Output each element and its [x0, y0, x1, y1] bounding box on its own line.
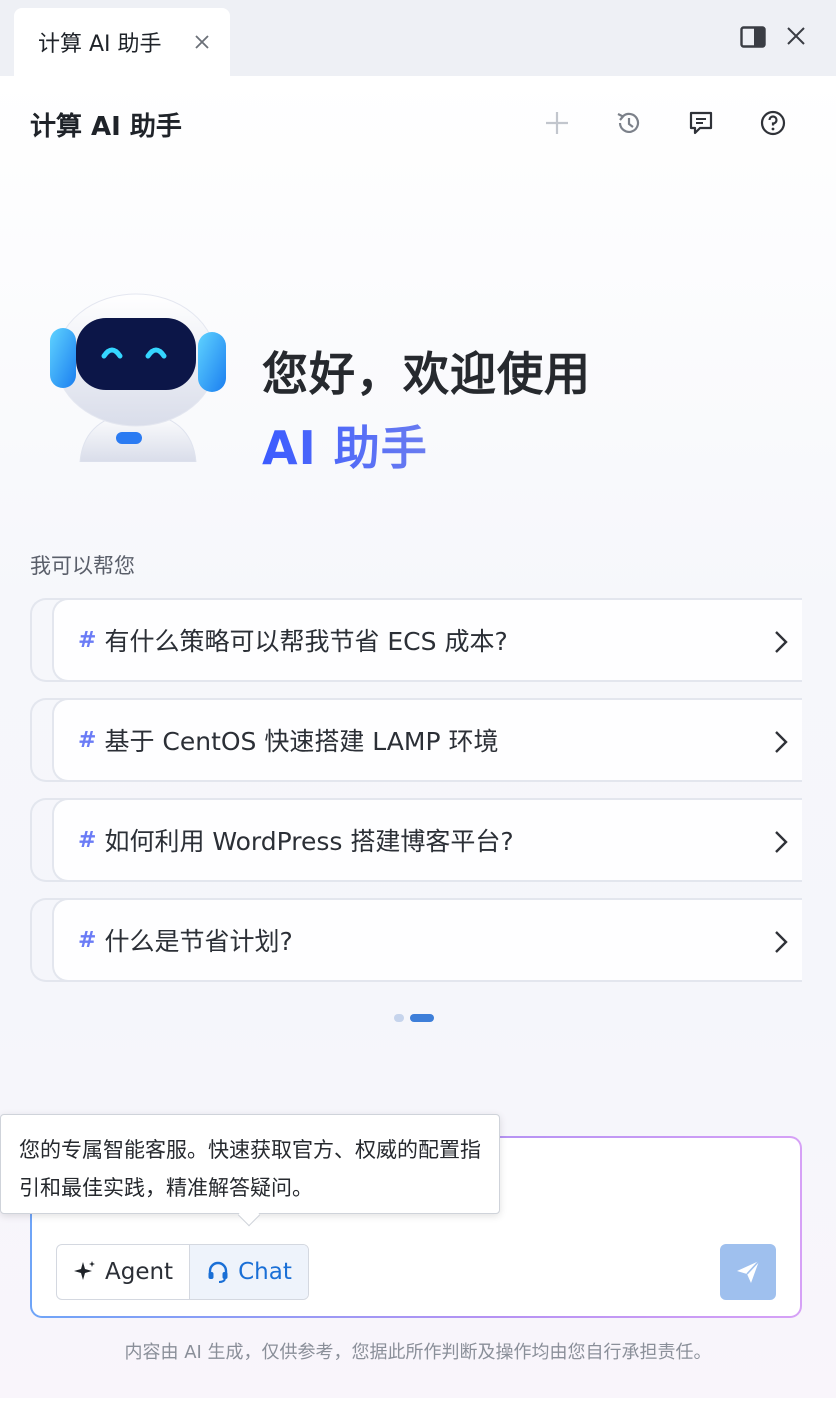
hash-icon: # — [78, 827, 97, 853]
page-title: 计算 AI 助手 — [30, 112, 182, 142]
assistant-window: 计算 AI 助手 计算 AI 助手 您好，欢迎使用 AI 助手 我可以帮您 # … — [0, 0, 836, 1398]
hash-icon: # — [78, 927, 97, 953]
welcome-product-name: AI 助手 — [262, 412, 428, 478]
chevron-right-icon — [775, 931, 788, 953]
suggestion-text: 什么是节省计划? — [104, 927, 293, 956]
suggestion-text: 有什么策略可以帮我节省 ECS 成本? — [104, 627, 508, 656]
agent-mode-button[interactable]: Agent — [57, 1245, 189, 1299]
pagination-dots — [394, 1014, 434, 1022]
send-button[interactable] — [720, 1244, 776, 1300]
suggestion-list: # 有什么策略可以帮我节省 ECS 成本? # 基于 CentOS 快速搭建 L… — [30, 598, 802, 998]
welcome-heading: 您好，欢迎使用 — [262, 347, 591, 401]
suggestion-text: 如何利用 WordPress 搭建博客平台? — [104, 827, 514, 856]
tab-ai-assistant[interactable]: 计算 AI 助手 — [14, 8, 230, 76]
sparkle-icon — [74, 1261, 95, 1280]
suggestion-card[interactable]: # 什么是节省计划? — [52, 898, 802, 982]
headset-icon — [208, 1261, 228, 1283]
list-item: # 如何利用 WordPress 搭建博客平台? — [30, 798, 802, 882]
send-icon — [737, 1260, 760, 1283]
tooltip-text: 您的专属智能客服。快速获取官方、权威的配置指引和最佳实践，精准解答疑问。 — [19, 1138, 481, 1200]
close-icon[interactable] — [190, 30, 214, 54]
assistant-body: 计算 AI 助手 您好，欢迎使用 AI 助手 我可以帮您 # 有什么策略可以帮我… — [0, 76, 836, 1398]
mode-switch: Agent Chat — [56, 1244, 309, 1300]
list-item: # 基于 CentOS 快速搭建 LAMP 环境 — [30, 698, 802, 782]
history-icon[interactable] — [614, 108, 644, 138]
agent-mode-label: Agent — [105, 1259, 174, 1285]
panel-toggle-icon[interactable] — [740, 26, 768, 50]
feedback-icon[interactable] — [686, 108, 716, 138]
suggestion-card[interactable]: # 基于 CentOS 快速搭建 LAMP 环境 — [52, 698, 802, 782]
pagination-dot-active[interactable] — [410, 1014, 434, 1022]
hash-icon: # — [78, 727, 97, 753]
list-item: # 什么是节省计划? — [30, 898, 802, 982]
tab-strip: 计算 AI 助手 — [0, 0, 836, 76]
ai-disclaimer: 内容由 AI 生成，仅供参考，您据此所作判断及操作均由您自行承担责任。 — [124, 1342, 712, 1363]
help-section-label: 我可以帮您 — [30, 554, 135, 578]
tab-title: 计算 AI 助手 — [38, 32, 162, 57]
chat-mode-button[interactable]: Chat — [189, 1245, 308, 1299]
chat-mode-label: Chat — [238, 1259, 292, 1285]
help-icon[interactable] — [758, 108, 788, 138]
mode-tooltip: 您的专属智能客服。快速获取官方、权威的配置指引和最佳实践，精准解答疑问。 — [0, 1114, 500, 1227]
chevron-right-icon — [775, 831, 788, 853]
robot-mascot-image — [40, 290, 236, 463]
suggestion-text: 基于 CentOS 快速搭建 LAMP 环境 — [104, 727, 499, 756]
hash-icon: # — [78, 627, 97, 653]
pagination-dot[interactable] — [394, 1014, 404, 1022]
chevron-right-icon — [775, 731, 788, 753]
suggestion-card[interactable]: # 有什么策略可以帮我节省 ECS 成本? — [52, 598, 802, 682]
list-item: # 有什么策略可以帮我节省 ECS 成本? — [30, 598, 802, 682]
plus-icon[interactable] — [542, 108, 572, 138]
close-icon[interactable] — [786, 26, 810, 50]
chevron-right-icon — [775, 631, 788, 653]
suggestion-card[interactable]: # 如何利用 WordPress 搭建博客平台? — [52, 798, 802, 882]
